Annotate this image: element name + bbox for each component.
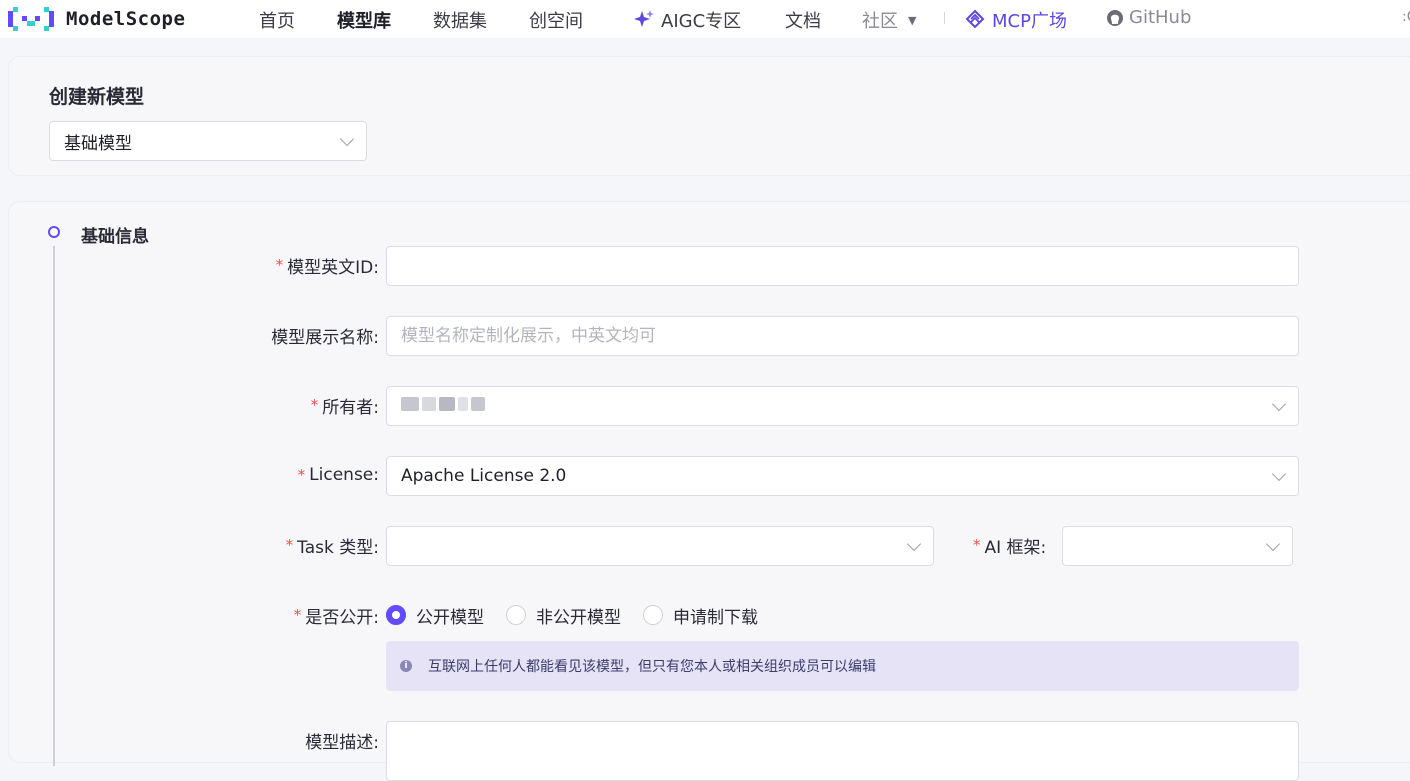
radio-public[interactable]: 公开模型 <box>386 603 484 628</box>
description-textarea[interactable] <box>386 721 1299 781</box>
ai-framework-select[interactable] <box>1062 526 1293 566</box>
task-type-label-text: Task 类型: <box>297 537 379 558</box>
required-mark-icon: * <box>310 396 319 414</box>
nav-home[interactable]: 首页 <box>259 7 295 33</box>
owner-label: * 所有者: <box>311 385 379 425</box>
required-mark-icon: * <box>285 536 294 554</box>
radio-unchecked-icon <box>506 605 526 625</box>
display-name-label: 模型展示名称: <box>271 315 379 355</box>
ai-framework-label: * AI 框架: <box>973 525 1046 565</box>
required-mark-icon: * <box>973 536 981 554</box>
radio-public-label: 公开模型 <box>416 607 484 628</box>
logo-text: ModelScope <box>66 8 186 30</box>
description-label-text: 模型描述: <box>305 732 379 753</box>
chevron-down-icon <box>1271 396 1287 412</box>
nav-aigc[interactable]: AIGC专区 <box>633 7 741 33</box>
info-icon: i <box>400 660 412 672</box>
nav-home-label: 首页 <box>259 11 295 32</box>
model-id-label: * 模型英文ID: <box>276 245 379 285</box>
task-type-select[interactable] <box>386 526 934 566</box>
required-mark-icon: * <box>275 256 284 274</box>
nav-mcp-label: MCP广场 <box>992 11 1067 32</box>
ai-framework-label-text: AI 框架: <box>984 537 1047 558</box>
model-type-value: 基础模型 <box>64 133 132 154</box>
license-label: * License: <box>298 455 379 495</box>
modelscope-logo-icon <box>8 7 54 31</box>
model-id-label-text: 模型英文ID: <box>287 257 379 278</box>
display-name-input[interactable] <box>386 316 1299 356</box>
nav-studios[interactable]: 创空间 <box>529 7 583 33</box>
visibility-info-text: 互联网上任何人都能看见该模型，但只有您本人或相关组织成员可以编辑 <box>428 659 876 675</box>
sparkle-icon <box>634 10 654 27</box>
owner-value-redacted <box>401 396 488 416</box>
license-value: Apache License 2.0 <box>401 466 567 486</box>
chevron-down-icon <box>906 536 922 552</box>
license-label-text: License: <box>309 465 379 485</box>
radio-private[interactable]: 非公开模型 <box>506 603 621 628</box>
caret-down-icon: ▼ <box>908 13 917 27</box>
nav-divider <box>944 12 945 24</box>
nav-studios-label: 创空间 <box>529 11 583 32</box>
radio-unchecked-icon <box>643 605 663 625</box>
nav-docs[interactable]: 文档 <box>785 7 821 33</box>
nav-overflow-text: :C <box>1402 9 1410 25</box>
basic-info-card: 基础信息 * 模型英文ID: 模型展示名称: * 所有者: * License:… <box>8 201 1410 781</box>
chevron-down-icon <box>339 131 355 147</box>
modelscope-logo[interactable]: ModelScope <box>8 6 185 32</box>
top-navigation: ModelScope 首页 模型库 数据集 创空间 AIGC专区 文档 社区 ▼… <box>0 0 1410 38</box>
nav-community[interactable]: 社区 ▼ <box>862 7 916 33</box>
owner-select[interactable] <box>386 386 1299 426</box>
create-title: 创建新模型 <box>49 86 145 108</box>
create-model-card: 创建新模型 基础模型 <box>8 56 1410 176</box>
github-icon <box>1107 9 1123 26</box>
nav-datasets[interactable]: 数据集 <box>433 7 487 33</box>
visibility-radio-group: 公开模型 非公开模型 申请制下载 <box>386 600 780 630</box>
chevron-down-icon <box>1265 536 1281 552</box>
visibility-label: * 是否公开: <box>294 595 379 635</box>
step-indicator-icon <box>48 226 60 238</box>
description-label: 模型描述: <box>305 720 379 760</box>
task-type-label: * Task 类型: <box>286 525 379 565</box>
nav-github-label: GitHub <box>1129 7 1192 28</box>
step-line <box>53 246 55 766</box>
nav-docs-label: 文档 <box>785 11 821 32</box>
nav-datasets-label: 数据集 <box>433 11 487 32</box>
model-type-select[interactable]: 基础模型 <box>49 121 367 161</box>
license-select[interactable]: Apache License 2.0 <box>386 456 1299 496</box>
basic-info-title: 基础信息 <box>81 227 149 247</box>
radio-checked-icon <box>386 605 406 625</box>
visibility-info-box: i 互联网上任何人都能看见该模型，但只有您本人或相关组织成员可以编辑 <box>386 641 1299 691</box>
radio-request-download[interactable]: 申请制下载 <box>643 603 758 628</box>
radio-request-download-label: 申请制下载 <box>673 607 758 628</box>
nav-aigc-label: AIGC专区 <box>661 11 742 32</box>
required-mark-icon: * <box>297 466 306 484</box>
nav-community-label: 社区 <box>862 11 898 32</box>
nav-models-label: 模型库 <box>337 11 391 32</box>
nav-models[interactable]: 模型库 <box>337 7 391 33</box>
nav-mcp[interactable]: MCP广场 <box>964 7 1067 33</box>
mcp-icon <box>965 9 985 29</box>
nav-github[interactable]: GitHub <box>1106 7 1191 28</box>
display-name-label-text: 模型展示名称: <box>271 327 379 348</box>
visibility-label-text: 是否公开: <box>305 607 379 628</box>
required-mark-icon: * <box>293 606 302 624</box>
radio-private-label: 非公开模型 <box>536 607 621 628</box>
owner-label-text: 所有者: <box>322 397 379 418</box>
chevron-down-icon <box>1271 466 1287 482</box>
model-id-input[interactable] <box>386 246 1299 286</box>
